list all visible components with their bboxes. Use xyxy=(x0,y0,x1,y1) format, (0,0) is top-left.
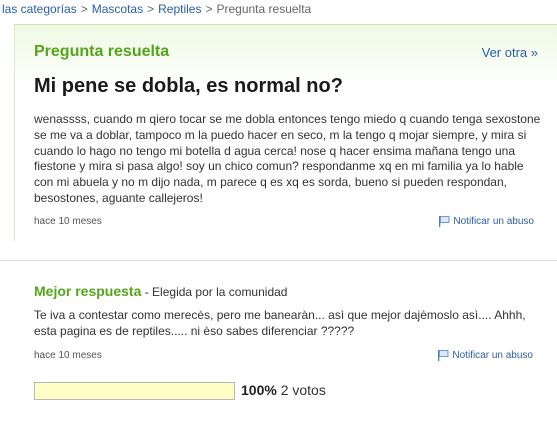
flag-icon xyxy=(438,350,449,361)
answer-timestamp: hace 10 meses xyxy=(34,350,102,361)
breadcrumb-link-categories[interactable]: las categorías xyxy=(2,2,77,16)
best-answer-label: Mejor respuesta xyxy=(34,283,142,299)
breadcrumb-link-reptiles[interactable]: Reptiles xyxy=(158,2,201,16)
report-abuse-label: Notificar un abuso xyxy=(453,216,534,227)
breadcrumb: las categorías > Mascotas > Reptiles > Pregunt… xyxy=(2,2,311,16)
report-abuse-label: Notificar un abuso xyxy=(452,350,533,361)
flag-icon xyxy=(439,216,450,227)
answer-body: Te iva a contestar como merecès, pero me… xyxy=(34,308,526,338)
breadcrumb-separator: > xyxy=(80,2,88,16)
vote-progress-fill xyxy=(35,383,234,399)
section-divider xyxy=(0,260,557,261)
best-answer-dash: - xyxy=(141,285,153,299)
vote-summary: 100% 2 votos xyxy=(241,382,326,398)
see-other-link[interactable]: Ver otra » xyxy=(482,45,538,60)
question-body: wenassss, cuando m qiero tocar se me dob… xyxy=(34,112,541,205)
question-panel: Pregunta resuelta Ver otra » Mi pene se … xyxy=(14,24,557,241)
breadcrumb-current: Pregunta resuelta xyxy=(216,2,312,16)
report-abuse-question[interactable]: Notificar un abuso xyxy=(438,216,534,227)
question-status: Pregunta resuelta xyxy=(34,43,170,60)
chosen-by-label: Elegida por la comunidad xyxy=(152,285,288,299)
breadcrumb-separator: > xyxy=(205,2,213,16)
breadcrumb-link-mascotas[interactable]: Mascotas xyxy=(92,2,143,16)
question-title: Mi pene se dobla, es normal no? xyxy=(34,75,343,97)
vote-percent: 100% xyxy=(241,382,277,398)
best-answer-heading: Mejor respuesta - Elegida por la comunid… xyxy=(34,283,287,299)
report-abuse-answer[interactable]: Notificar un abuso xyxy=(437,350,533,361)
question-timestamp: hace 10 meses xyxy=(34,216,102,227)
vote-count: 2 votos xyxy=(280,382,326,398)
vote-progress-bar xyxy=(34,382,235,400)
breadcrumb-separator: > xyxy=(147,2,155,16)
